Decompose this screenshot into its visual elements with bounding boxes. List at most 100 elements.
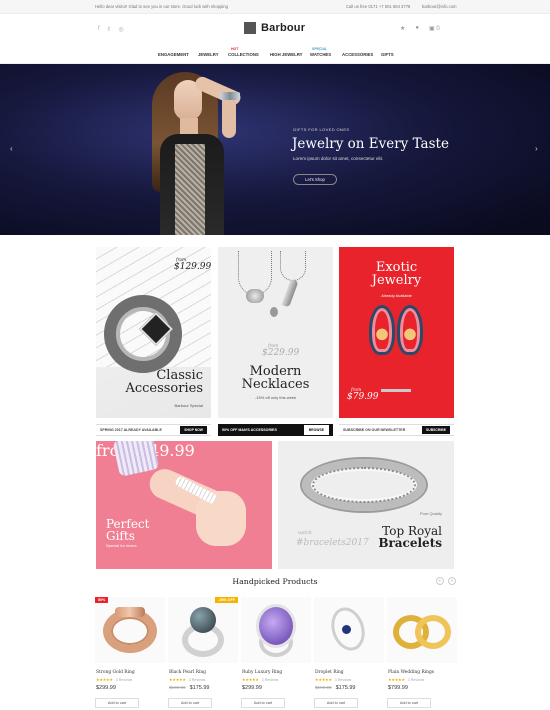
bracelet-image: [104, 295, 182, 373]
product-rating: ★★★★★ 3 Reviews: [242, 677, 278, 682]
earring-image: [369, 305, 395, 355]
promo-price: $129.99: [174, 262, 211, 272]
current-price: $799.99: [388, 685, 408, 691]
user-icon[interactable]: ●: [415, 25, 419, 32]
strip-text: SUBSCRIBE ON OUR NEWSLETTER: [343, 428, 406, 432]
product-card[interactable]: -50% OFF Black Pearl Ring ★★★★★ 3 Reviews…: [168, 597, 238, 710]
rating-stars: ★★★★★: [96, 677, 113, 682]
banner-royal-bracelets[interactable]: Pure Quality watch #bracelets2017 Top Ro…: [278, 441, 454, 569]
product-card[interactable]: 50% Strong Gold Ring ★★★★★ 3 Reviews $299…: [95, 597, 165, 710]
nav-item-high-jewelry[interactable]: HIGH JEWELRY: [270, 52, 303, 57]
banner-title-line2: Bracelets: [378, 536, 442, 550]
email-link[interactable]: barbour@info.com: [422, 4, 457, 9]
earring-stand: [381, 389, 411, 392]
promo-classic-accessories[interactable]: from $129.99 Classic Accessories Barbour…: [96, 247, 211, 418]
nav-item-jewelry[interactable]: JEWELRY: [198, 52, 219, 57]
product-name[interactable]: Black Pearl Ring: [169, 670, 206, 675]
hero-kicker: GIFTS FOR LOVED ONES: [293, 127, 350, 132]
product-image[interactable]: [314, 597, 384, 663]
hero-title: Jewelry on Every Taste: [292, 136, 449, 152]
black-pearl-image: [190, 607, 216, 633]
nav-item-engagement[interactable]: ENGAGEMENT: [158, 52, 189, 57]
hero-next-icon[interactable]: ›: [535, 144, 538, 153]
product-card[interactable]: Droplet Ring ★★★★★ 3 Reviews $199.99 $175.…: [314, 597, 384, 710]
add-to-cart-button[interactable]: Add to cart: [314, 698, 358, 708]
nav-item-gifts[interactable]: GIFTS: [381, 52, 394, 57]
product-rating: ★★★★★ 3 Reviews: [388, 677, 424, 682]
banner-subtitle: Special for lovers: [106, 543, 137, 548]
cart-count: 0: [436, 26, 440, 32]
logo[interactable]: Barbour: [244, 22, 305, 34]
review-count: 3 Reviews: [334, 678, 352, 682]
banner-perfect-gifts[interactable]: Perfect Gifts Special for lovers from $4…: [96, 441, 272, 569]
hero-prev-icon[interactable]: ‹: [10, 144, 13, 153]
add-to-cart-button[interactable]: Add to cart: [168, 698, 212, 708]
badge-special: SPECIAL: [312, 47, 328, 51]
hero-shop-button[interactable]: Let's Shop: [293, 174, 337, 185]
promo-exotic-jewelry[interactable]: Exotic Jewelry Already Available from $7…: [339, 247, 454, 418]
product-card[interactable]: Plain Wedding Rings ★★★★★ 3 Reviews $799.…: [387, 597, 457, 710]
strip-text: SPRING 2017 ALREADY AVAILABLE: [100, 428, 162, 432]
product-image[interactable]: [387, 597, 457, 663]
add-to-cart-button[interactable]: Add to cart: [241, 698, 285, 708]
badge-hot: HOT: [231, 47, 239, 51]
nav-item-collections[interactable]: COLLECTIONS: [228, 52, 259, 57]
nav-item-watches[interactable]: WATCHES: [310, 52, 331, 57]
promo-title: Classic Accessories: [125, 369, 203, 395]
product-name[interactable]: Ruby Luxury Ring: [242, 670, 282, 675]
star-icon[interactable]: ★: [400, 25, 405, 32]
product-image[interactable]: [95, 597, 165, 663]
twitter-icon[interactable]: 𝕥: [108, 26, 111, 33]
promo-price: $229.99: [262, 348, 300, 358]
discount-badge: -50% OFF: [215, 597, 238, 603]
review-count: 3 Reviews: [407, 678, 425, 682]
product-price: $799.99: [388, 685, 408, 691]
banner-title: Top Royal Bracelets: [378, 525, 442, 549]
promo-title-line2: Necklaces: [241, 377, 310, 392]
product-image[interactable]: [168, 597, 238, 663]
current-price: $175.99: [335, 685, 356, 691]
product-rating: ★★★★★ 3 Reviews: [315, 677, 351, 682]
hero-slider: ‹ › GIFTS FOR LOVED ONES Jewelry on Ever…: [0, 64, 550, 235]
sapphire-stone-image: [342, 625, 351, 634]
add-to-cart-button[interactable]: Add to cart: [387, 698, 431, 708]
product-card[interactable]: Ruby Luxury Ring ★★★★★ 3 Reviews $299.99 …: [241, 597, 311, 710]
product-rating: ★★★★★ 3 Reviews: [96, 677, 132, 682]
cart-icon[interactable]: ▣ 0: [429, 25, 440, 32]
banner-title: Perfect Gifts: [106, 518, 149, 542]
top-bar: Hello dear visitor! Glad to see you in o…: [0, 0, 550, 14]
promo-strip-spring: SPRING 2017 ALREADY AVAILABLE SHOP NOW: [96, 424, 211, 436]
shop-now-button[interactable]: SHOP NOW: [180, 426, 207, 434]
drop-pendant: [270, 307, 278, 317]
subscribe-button[interactable]: SUBSCRIBE: [422, 426, 450, 434]
product-name[interactable]: Droplet Ring: [315, 670, 344, 675]
product-name[interactable]: Strong Gold Ring: [96, 670, 135, 675]
hero-model-sequin-top: [175, 144, 205, 235]
product-name[interactable]: Plain Wedding Rings: [388, 670, 434, 675]
review-count: 3 Reviews: [115, 678, 133, 682]
logo-mark-icon: [244, 22, 256, 34]
facebook-icon[interactable]: f: [98, 26, 100, 33]
sale-badge: 50%: [95, 597, 109, 603]
chevron-left-icon[interactable]: ‹: [436, 577, 444, 585]
nav-item-accessories[interactable]: ACCESSORIES: [342, 52, 373, 57]
add-to-cart-button[interactable]: Add to cart: [95, 698, 139, 708]
rating-stars: ★★★★★: [242, 677, 259, 682]
social-links: f 𝕥 ◎: [98, 26, 124, 33]
rating-stars: ★★★★★: [388, 677, 405, 682]
current-price: $175.99: [189, 685, 210, 691]
section-title-handpicked: Handpicked Products: [232, 577, 318, 586]
product-image[interactable]: [241, 597, 311, 663]
browse-button[interactable]: BROWSE: [303, 425, 329, 435]
banner-title-line2: Gifts: [106, 529, 135, 543]
product-price: $199.99 $175.99: [169, 685, 210, 691]
promo-modern-necklaces[interactable]: from $229.99 Modern Necklaces -15% off o…: [218, 247, 333, 418]
chevron-right-icon[interactable]: ›: [448, 577, 456, 585]
bracelet-stones: [312, 467, 416, 503]
product-price: $299.99: [242, 685, 262, 691]
header-actions: ★ ● ▣ 0: [400, 25, 440, 32]
instagram-icon[interactable]: ◎: [118, 26, 123, 33]
banner-label: Pure Quality: [419, 511, 442, 516]
product-price: $199.99 $175.99: [315, 685, 356, 691]
review-count: 3 Reviews: [188, 678, 206, 682]
